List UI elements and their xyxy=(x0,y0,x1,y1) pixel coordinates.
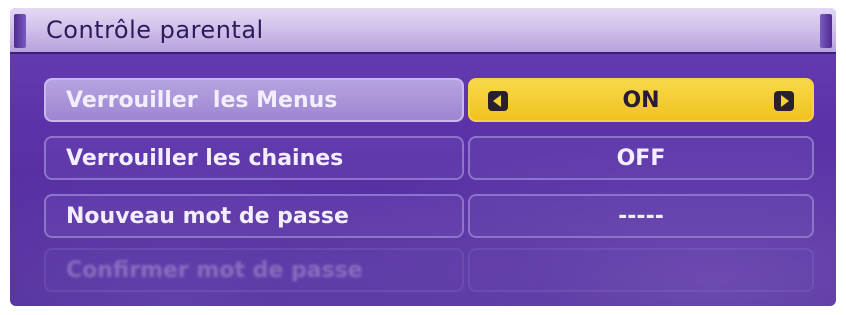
menu-row-label-cell: Confirmer mot de passe xyxy=(44,248,464,292)
title-bar-left-edge xyxy=(14,14,26,48)
menu-row-lock-menus[interactable]: Verrouiller les Menus ON xyxy=(44,78,814,122)
confirm-password-label: Confirmer mot de passe xyxy=(66,258,363,283)
title-bar-right-edge xyxy=(820,14,832,48)
menu-row-label-cell: Nouveau mot de passe xyxy=(44,194,464,238)
menu-row-label-cell: Verrouiller les Menus xyxy=(44,78,464,122)
lock-channels-label: Verrouiller les chaines xyxy=(66,146,344,171)
lock-channels-value-selector[interactable]: OFF xyxy=(468,136,814,180)
menu-row-label-cell: Verrouiller les chaines xyxy=(44,136,464,180)
lock-menus-value: ON xyxy=(622,88,660,113)
new-password-label: Nouveau mot de passe xyxy=(66,204,349,229)
menu-row-new-password[interactable]: Nouveau mot de passe ----- xyxy=(44,194,814,238)
chevron-right-icon[interactable] xyxy=(774,91,794,111)
parental-control-dialog: Contrôle parental Verrouiller les Menus … xyxy=(10,8,836,306)
lock-channels-value: OFF xyxy=(616,146,666,171)
new-password-field[interactable]: ----- xyxy=(468,194,814,238)
lock-menus-label: Verrouiller les Menus xyxy=(66,88,338,113)
new-password-value: ----- xyxy=(618,204,664,229)
dialog-title: Contrôle parental xyxy=(46,16,264,44)
lock-menus-value-selector[interactable]: ON xyxy=(468,78,814,122)
title-bar: Contrôle parental xyxy=(10,8,836,54)
confirm-password-field[interactable] xyxy=(468,248,814,292)
menu-row-lock-channels[interactable]: Verrouiller les chaines OFF xyxy=(44,136,814,180)
menu-row-confirm-password[interactable]: Confirmer mot de passe xyxy=(44,248,814,292)
